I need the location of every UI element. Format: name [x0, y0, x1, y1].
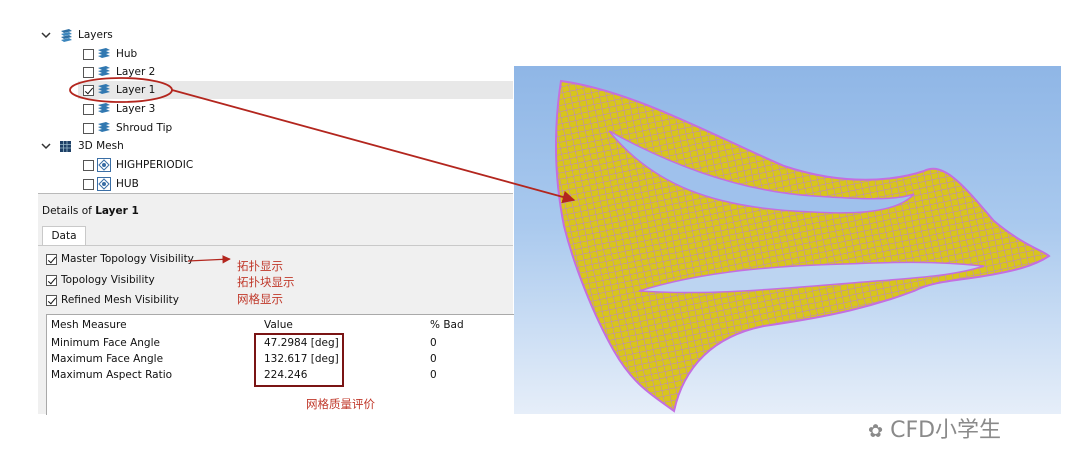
watermark-text: CFD小学生: [890, 418, 1002, 443]
watermark: ✿ CFD小学生: [868, 412, 1001, 444]
highlight-ellipse: [69, 77, 173, 103]
wechat-icon: ✿: [868, 421, 884, 442]
arrow-master-topology: [187, 255, 231, 264]
arrow-to-mesh: [171, 89, 576, 204]
value-highlight-box: [254, 333, 344, 387]
annotation-overlay: [69, 77, 576, 387]
